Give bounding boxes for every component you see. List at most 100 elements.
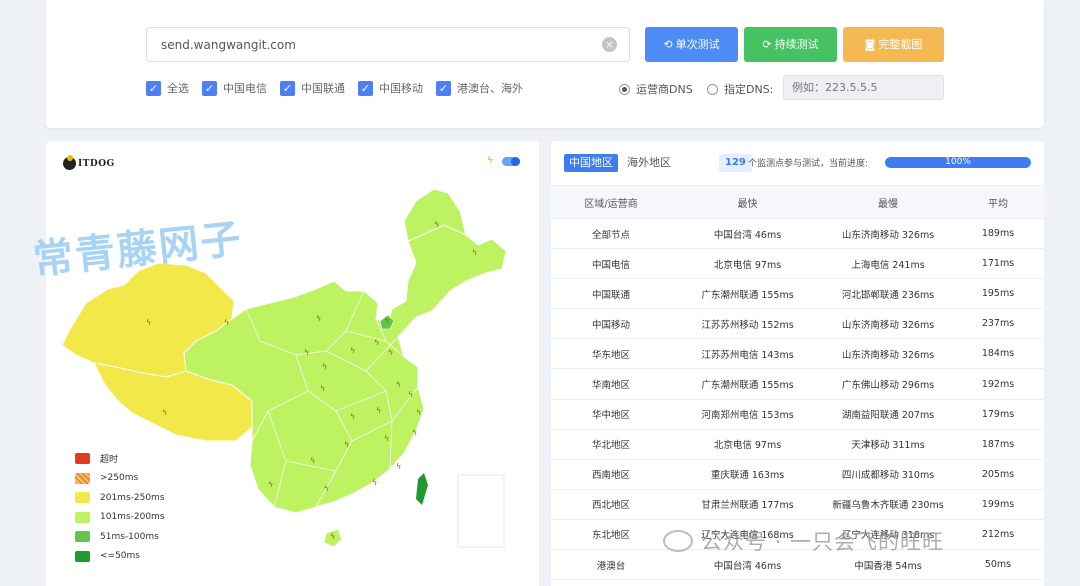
node-count-text: 个监测点参与测试，当前进度: <box>748 159 869 169</box>
table-cell: 50ms <box>952 549 1044 581</box>
table-cell: 184ms <box>952 338 1044 370</box>
table-cell: 四川成都移动 310ms <box>824 459 952 490</box>
legend-item: 51ms-100ms <box>75 527 165 547</box>
table-row: 西南地区 重庆联通 163ms 四川成都移动 310ms 205ms <box>551 459 1044 490</box>
table-cell: 河北邯郸联通 236ms <box>824 278 952 310</box>
marker-bolt: ϟ <box>344 440 349 449</box>
legend-swatch <box>75 472 90 484</box>
marker-bolt: ϟ <box>162 408 167 417</box>
checkbox-telecom[interactable]: ✓ 中国电信 <box>202 80 267 96</box>
marker-bolt: ϟ <box>310 456 315 465</box>
results-panel: 中国地区 海外地区 129 个监测点参与测试，当前进度: 100% 区域/运营商… <box>551 141 1044 586</box>
custom-dns-input[interactable] <box>783 75 944 100</box>
marker-bolt: ϟ <box>396 462 401 471</box>
node-count-badge: 129 <box>719 154 752 172</box>
marker-bolt: ϟ <box>146 318 151 327</box>
table-cell: 重庆联通 163ms <box>671 459 824 490</box>
marker-bolt: ϟ <box>384 316 389 325</box>
single-test-button[interactable]: ⟲ 单次测试 <box>645 27 738 62</box>
screenshot-button[interactable]: ◙ 完整截图 <box>843 27 944 62</box>
table-cell: 全部节点 <box>551 218 671 250</box>
continuous-test-button[interactable]: ⟳ 持续测试 <box>744 27 837 62</box>
legend-swatch <box>75 531 90 543</box>
legend-item: 101ms-200ms <box>75 508 165 528</box>
marker-bolt: ϟ <box>330 532 335 541</box>
check-icon: ✓ <box>146 80 161 96</box>
table-row: 华东地区 江苏苏州电信 143ms 山东济南移动 326ms 184ms <box>551 338 1044 370</box>
marker-bolt: ϟ <box>384 434 389 443</box>
isp-filter-group: ✓ 全选 ✓ 中国电信 ✓ 中国联通 ✓ 中国移动 ✓ 港澳台、海外 <box>146 80 536 96</box>
table-cell: 179ms <box>952 399 1044 430</box>
region-tabs: 中国地区 海外地区 <box>564 154 680 172</box>
marker-bolt: ϟ <box>416 408 421 417</box>
legend-swatch <box>75 550 90 562</box>
table-cell: 华中地区 <box>551 399 671 430</box>
marker-bolt: ϟ <box>304 348 309 357</box>
itdog-logo: ITDOG <box>63 155 115 170</box>
tab-overseas[interactable]: 海外地区 <box>622 154 676 172</box>
marker-bolt: ϟ <box>322 362 327 371</box>
table-cell: 华东地区 <box>551 338 671 370</box>
clear-icon[interactable]: × <box>602 37 617 52</box>
table-cell: 西南地区 <box>551 459 671 490</box>
checkbox-mobile[interactable]: ✓ 中国移动 <box>358 80 423 96</box>
table-row: 西北地区 甘肃兰州联通 177ms 新疆乌鲁木齐联通 230ms 199ms <box>551 489 1044 520</box>
latency-map-panel: ϟ ϟ ϟ ϟ ϟ ϟ ϟ ϟ ϟ ϟ ϟ ϟ ϟ ϟ ϟ ϟ ϟ ϟ ϟ ϟ … <box>46 141 539 586</box>
table-cell: 199ms <box>952 489 1044 520</box>
map-legend: 超时 >250ms 201ms-250ms 101ms-200ms 51ms-1… <box>75 449 165 566</box>
table-row: 中国电信 北京电信 97ms 上海电信 241ms 171ms <box>551 248 1044 280</box>
legend-item: 超时 <box>75 449 165 469</box>
radio-custom-dns[interactable]: 指定DNS: <box>707 81 773 97</box>
table-cell: 河南郑州电信 153ms <box>671 399 824 430</box>
marker-bolt: ϟ <box>408 390 413 399</box>
table-cell: 上海电信 241ms <box>824 248 952 280</box>
domain-input[interactable] <box>146 27 630 62</box>
table-row: 华中地区 河南郑州电信 153ms 湖南益阳联通 207ms 179ms <box>551 399 1044 430</box>
column-header: 区域/运营商 <box>551 185 671 219</box>
marker-bolt: ϟ <box>350 412 355 421</box>
legend-swatch <box>75 511 90 523</box>
table-cell: 195ms <box>952 278 1044 310</box>
region-taiwan <box>416 473 428 505</box>
refresh-icon: ⟲ <box>663 38 673 51</box>
progress-label: 100% <box>945 157 971 167</box>
legend-item: <=50ms <box>75 547 165 567</box>
table-cell: 中国台湾 46ms <box>671 218 824 250</box>
table-cell: 湖南益阳联通 207ms <box>824 399 952 430</box>
table-cell: 西北地区 <box>551 489 671 520</box>
check-icon: ✓ <box>436 80 451 96</box>
check-icon: ✓ <box>358 80 373 96</box>
checkbox-select-all[interactable]: ✓ 全选 <box>146 80 189 96</box>
marker-bolt: ϟ <box>396 380 401 389</box>
table-cell: 甘肃兰州联通 177ms <box>671 489 824 520</box>
table-cell: 山东济南移动 326ms <box>824 338 952 370</box>
marker-bolt: ϟ <box>350 346 355 355</box>
map-toggle-switch[interactable] <box>502 157 520 166</box>
marker-bolt: ϟ <box>268 480 273 489</box>
table-cell: 中国电信 <box>551 248 671 280</box>
legend-swatch <box>75 492 90 504</box>
legend-item: >250ms <box>75 469 165 489</box>
check-icon: ✓ <box>280 80 295 96</box>
column-header: 最快 <box>671 185 824 219</box>
table-row: 中国移动 江苏苏州移动 152ms 山东济南移动 326ms 237ms <box>551 308 1044 340</box>
column-header: 平均 <box>952 185 1044 219</box>
table-cell: 中国移动 <box>551 308 671 340</box>
marker-bolt: ϟ <box>472 248 477 257</box>
radio-isp-dns[interactable]: 运营商DNS <box>619 81 693 97</box>
bolt-icon: ϟ <box>487 156 493 166</box>
test-config-panel: × ⟲单次测试 ⟳持续测试 ◙完整截图 ✓全选 ✓中国电信 ✓中国联通 ✓中国移… <box>46 0 1044 128</box>
table-cell: 港澳台 <box>551 549 671 581</box>
table-row: 华南地区 广东潮州联通 155ms 广东佛山移动 296ms 192ms <box>551 368 1044 400</box>
marker-bolt: ϟ <box>324 484 329 493</box>
checkbox-unicom[interactable]: ✓ 中国联通 <box>280 80 345 96</box>
table-cell: 北京电信 97ms <box>671 429 824 460</box>
table-cell: 189ms <box>952 218 1044 250</box>
table-cell: 北京电信 97ms <box>671 248 824 280</box>
tab-china[interactable]: 中国地区 <box>564 154 618 172</box>
table-row: 华北地区 北京电信 97ms 天津移动 311ms 187ms <box>551 429 1044 460</box>
checkbox-overseas[interactable]: ✓ 港澳台、海外 <box>436 80 523 96</box>
table-cell: 天津移动 311ms <box>824 429 952 460</box>
table-cell: 山东济南移动 326ms <box>824 218 952 250</box>
marker-bolt: ϟ <box>372 478 377 487</box>
